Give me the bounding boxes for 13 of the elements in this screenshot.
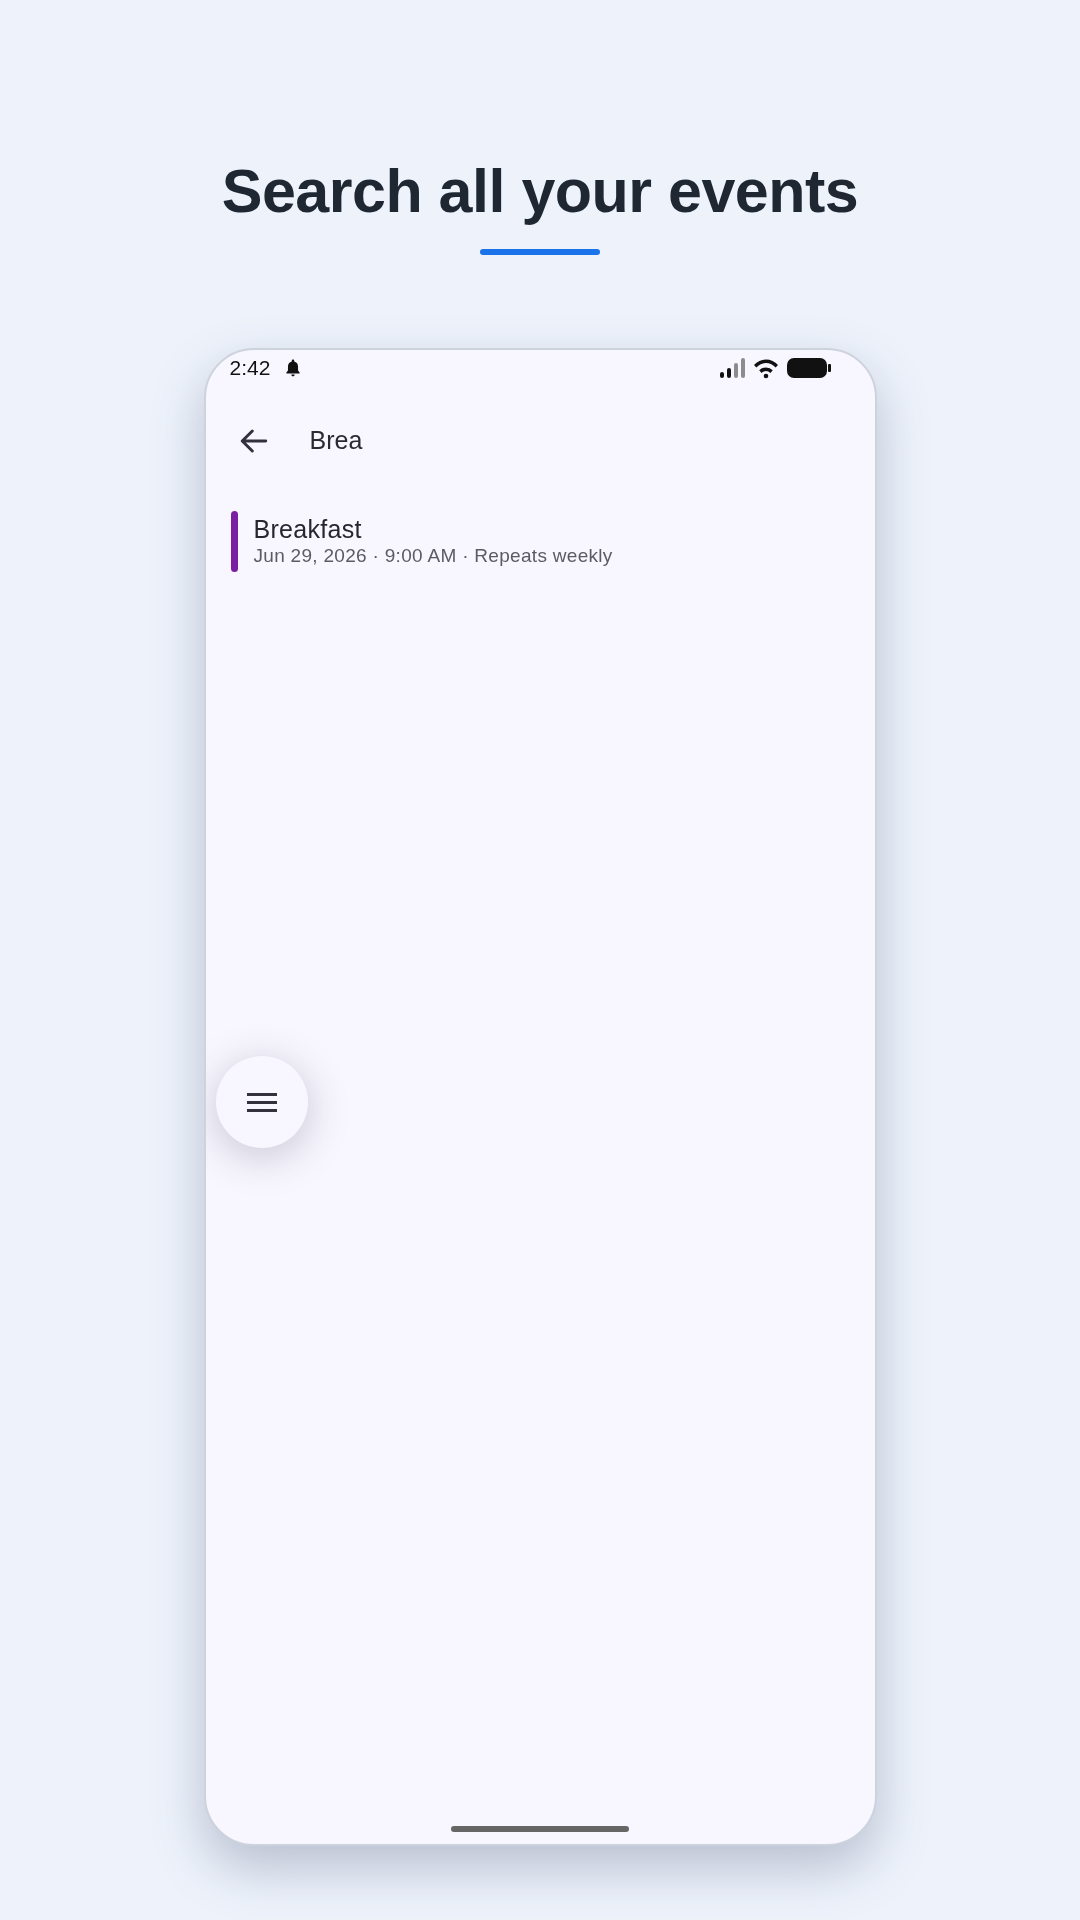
signal-icon [719,358,745,379]
event-result[interactable]: Breakfast Jun 29, 2026 · 9:00 AM · Repeats weekly [205,496,875,573]
wifi-icon [752,357,779,379]
search-field[interactable]: Brea [309,422,830,460]
home-indicator[interactable] [451,1826,629,1833]
notification-bell-icon [284,359,303,378]
event-details: Jun 29, 2026 · 9:00 AM · Repeats weekly [253,544,613,569]
event-title: Breakfast [253,514,363,545]
menu-icon [246,1092,277,1112]
back-arrow-icon [239,427,268,456]
headline: Search all your events [221,156,859,227]
battery-icon [786,358,831,379]
status-time: 2:42 [229,355,271,382]
